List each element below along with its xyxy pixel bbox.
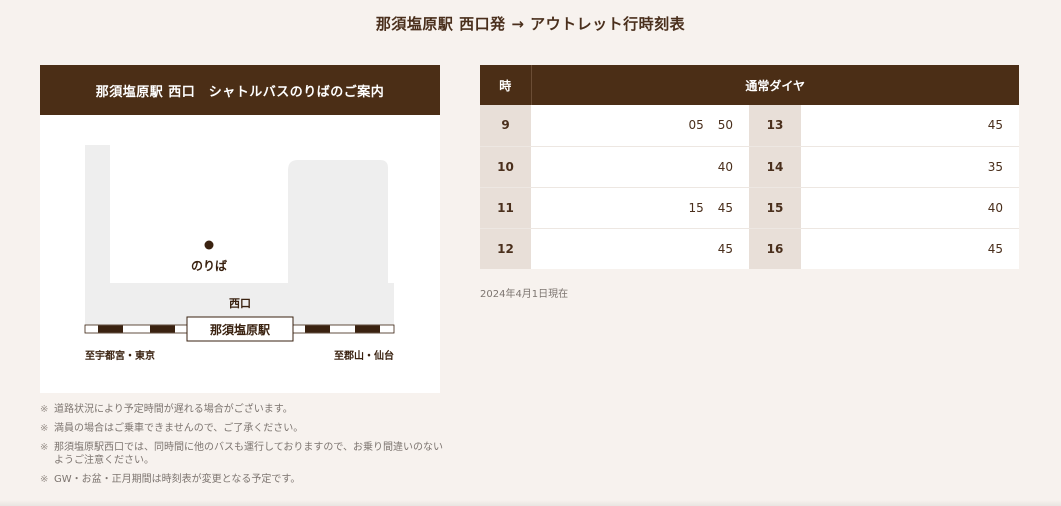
hour-cell: 14 <box>749 146 801 188</box>
note-item: ※ 那須塩原駅西口では、同時間に他のバスも運行しておりますので、お乗り間違いのな… <box>40 441 445 467</box>
station-label: 那須塩原駅 <box>210 322 271 337</box>
bus-bay <box>170 160 190 260</box>
departure-minute: 45 <box>987 118 1003 133</box>
as-of-date: 2024年4月1日現在 <box>480 289 569 300</box>
note-mark: ※ <box>40 404 49 415</box>
note-mark: ※ <box>40 474 49 485</box>
note-item: ※ 満員の場合はご乗車できませんので、ご了承ください。 <box>40 422 445 435</box>
hour-cell: 15 <box>749 187 801 229</box>
hour-cell: 9 <box>480 105 531 147</box>
table-row: 9 05 50 13 45 <box>480 105 1019 147</box>
hour-cell: 10 <box>480 146 531 188</box>
bus-bay <box>133 160 153 260</box>
west-exit-label: 西口 <box>229 297 251 310</box>
note-text: 満員の場合はご乗車できませんので、ご了承ください。 <box>54 423 304 434</box>
bus-stop-label: のりば <box>191 258 227 273</box>
departure-minute: 45 <box>987 241 1003 256</box>
note-text: 那須塩原駅西口では、同時間に他のバスも運行しておりますので、お乗り間違いのないよ… <box>54 442 443 466</box>
table-row: 11 15 45 15 40 <box>480 187 1019 229</box>
hour-cell: 11 <box>480 187 531 229</box>
note-mark: ※ <box>40 442 49 453</box>
hour-column-header: 時 <box>480 65 532 105</box>
table-row: 12 45 16 45 <box>480 228 1019 269</box>
page-title: 那須塩原駅 西口発 → アウトレット行時刻表 <box>375 15 686 33</box>
minutes-cell: 45 <box>531 228 749 269</box>
bus-bay <box>245 160 265 260</box>
timetable-header-row: 時 通常ダイヤ <box>480 65 1019 105</box>
direction-right: 至郡山・仙台 <box>334 349 394 362</box>
notes-list: ※ 道路状況により予定時間が遅れる場合がございます。 ※ 満員の場合はご乗車でき… <box>40 403 445 492</box>
note-text: 道路状況により予定時間が遅れる場合がございます。 <box>54 404 293 415</box>
note-mark: ※ <box>40 423 49 434</box>
bottom-shade <box>0 500 1061 506</box>
departure-minute: 45 <box>717 200 733 215</box>
minutes-cell: 35 <box>801 146 1019 188</box>
hour-cell: 12 <box>480 228 531 269</box>
map-header: 那須塩原駅 西口 シャトルバスのりばのご案内 <box>40 65 440 115</box>
direction-left: 至宇都宮・東京 <box>85 349 155 362</box>
table-row: 10 40 14 35 <box>480 146 1019 188</box>
minutes-cell: 40 <box>531 146 749 188</box>
minutes-cell: 45 <box>801 228 1019 269</box>
bus-stop-marker <box>204 240 214 250</box>
page: 那須塩原駅 西口発 → アウトレット行時刻表 那須塩原駅 西口 シャトルバスのり… <box>0 0 1061 506</box>
departure-minute: 40 <box>717 159 733 174</box>
timetable: 時 通常ダイヤ 9 05 50 13 45 10 40 14 35 11 15 … <box>480 65 1019 269</box>
note-item: ※ 道路状況により予定時間が遅れる場合がございます。 <box>40 403 445 416</box>
minutes-cell: 15 45 <box>531 187 749 229</box>
minutes-cell: 05 50 <box>531 105 749 147</box>
departure-minute: 50 <box>717 118 733 133</box>
boarding-map-card: 那須塩原駅 西口 シャトルバスのりばのご案内 のりば 西口 那須塩原駅 至宇都宮… <box>40 65 440 393</box>
hour-cell: 16 <box>749 228 801 269</box>
minutes-cell: 40 <box>801 187 1019 229</box>
note-item: ※ GW・お盆・正月期間は時刻表が変更となる予定です。 <box>40 473 445 486</box>
departure-minute: 05 <box>688 118 704 133</box>
note-text: GW・お盆・正月期間は時刻表が変更となる予定です。 <box>54 474 301 485</box>
minutes-cell: 45 <box>801 105 1019 147</box>
departure-minute: 35 <box>987 159 1003 174</box>
hour-cell: 13 <box>749 105 801 147</box>
departure-minute: 45 <box>717 241 733 256</box>
departure-minute: 40 <box>987 200 1003 215</box>
schedule-column-header: 通常ダイヤ <box>531 65 1019 105</box>
boarding-map: のりば 西口 那須塩原駅 至宇都宮・東京 至郡山・仙台 <box>84 145 395 362</box>
departure-minute: 15 <box>688 200 704 215</box>
